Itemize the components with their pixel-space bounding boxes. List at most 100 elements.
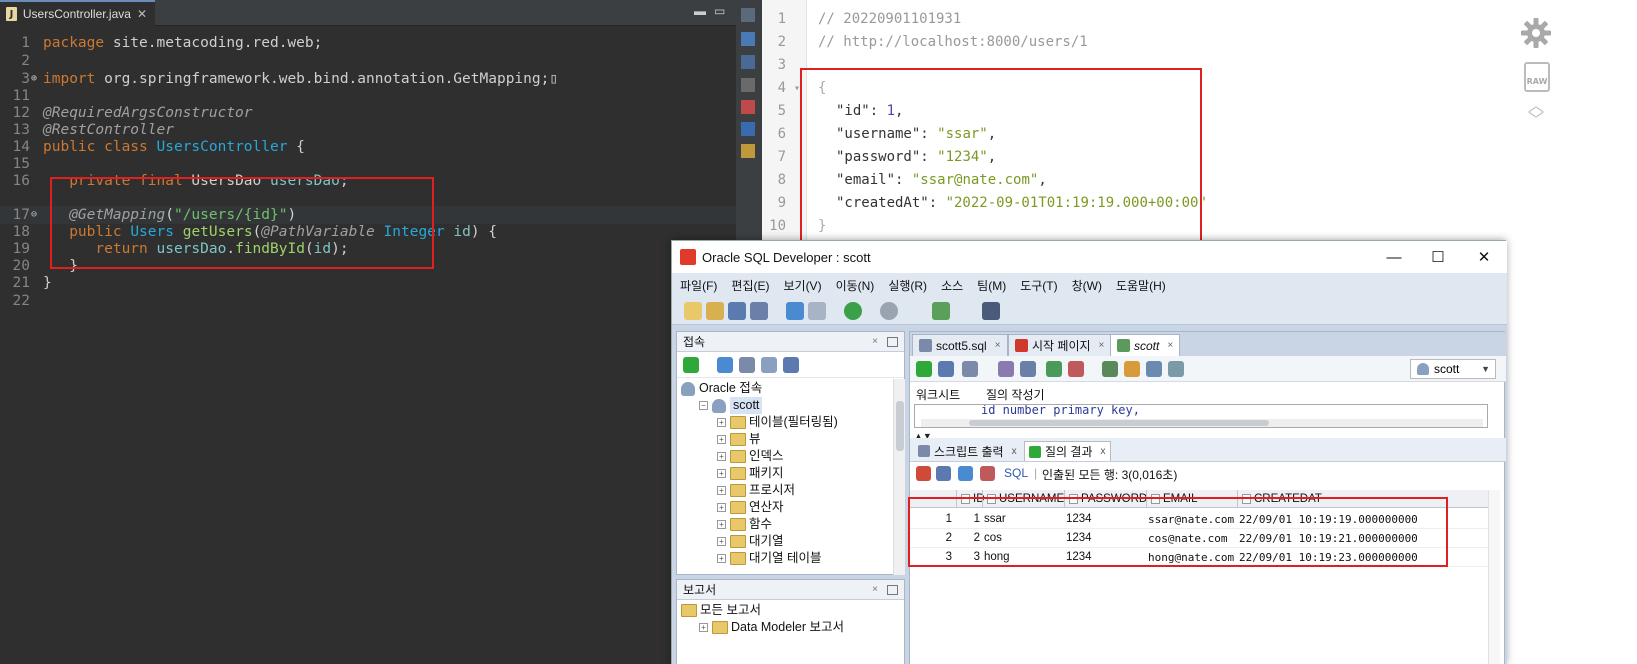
raw-view-icon[interactable]: RAW [1524, 62, 1550, 92]
outline-icon[interactable] [741, 8, 755, 22]
menu-item[interactable]: 창(W) [1072, 277, 1102, 294]
expand-icon[interactable]: + [699, 623, 708, 632]
list-icon[interactable] [741, 55, 755, 69]
commit-icon[interactable] [1046, 361, 1062, 377]
expand-icon[interactable]: + [717, 469, 726, 478]
tree-item[interactable]: + 인덱스 [717, 448, 784, 465]
binoculars-icon[interactable] [982, 302, 1000, 320]
connection-select[interactable]: scott ▼ [1410, 359, 1496, 379]
close-tab-icon[interactable]: ✕ [137, 7, 147, 21]
close-tab-icon[interactable]: × [1167, 340, 1173, 351]
expand-icon[interactable]: + [717, 435, 726, 444]
export-icon[interactable] [936, 466, 951, 481]
close-pane-icon[interactable]: × [872, 336, 878, 347]
toggle-chevron-icon[interactable]: ︿ ﹀ [1528, 99, 1544, 129]
history-icon[interactable] [1146, 361, 1162, 377]
tab-query-builder[interactable]: 질의 작성기 [986, 386, 1045, 403]
menu-item[interactable]: 소스 [941, 277, 963, 294]
forward-icon[interactable] [880, 302, 898, 320]
sql-connection-icon[interactable] [932, 302, 950, 320]
tree-item[interactable]: − scott [699, 397, 763, 414]
code-line[interactable]: 1 package site.metacoding.red.web; [0, 34, 740, 52]
cancel-query-icon[interactable] [980, 466, 995, 481]
expand-icon[interactable]: + [717, 520, 726, 529]
window-maximize-icon[interactable]: ☐ [1418, 245, 1458, 269]
run-script-icon[interactable] [938, 361, 954, 377]
back-icon[interactable] [844, 302, 862, 320]
run-statement-icon[interactable] [916, 361, 932, 377]
close-tab-icon[interactable]: x [1101, 446, 1106, 457]
case-toggle-icon[interactable] [1168, 361, 1184, 377]
expand-icon[interactable]: + [717, 503, 726, 512]
close-tab-icon[interactable]: × [1099, 340, 1105, 351]
document-tab[interactable]: scott5.sql × [912, 334, 1008, 356]
menu-item[interactable]: 이동(N) [836, 277, 875, 294]
tree-item[interactable]: + 함수 [717, 516, 772, 533]
document-tab[interactable]: 시작 페이지 × [1008, 334, 1112, 356]
tree-item[interactable]: + 프로시저 [717, 482, 795, 499]
problems-icon[interactable] [741, 100, 755, 114]
open-icon[interactable] [706, 302, 724, 320]
tree-item[interactable]: + 대기열 테이블 [717, 550, 821, 567]
sql-tuning-icon[interactable] [1020, 361, 1036, 377]
sql-link[interactable]: SQL [1004, 466, 1028, 480]
refresh-icon[interactable] [717, 357, 733, 373]
connections-scrollbar[interactable] [893, 379, 905, 575]
menu-item[interactable]: 도구(T) [1020, 277, 1057, 294]
tree-item[interactable]: + 뷰 [717, 431, 761, 448]
schema-browser-icon[interactable] [761, 357, 777, 373]
tree-item[interactable]: + 연산자 [717, 499, 784, 516]
expand-icon[interactable]: + [717, 418, 726, 427]
tab-users-controller[interactable]: J UsersController.java ✕ [0, 0, 155, 26]
undo-icon[interactable] [786, 302, 804, 320]
link-icon[interactable] [741, 78, 755, 92]
menu-item[interactable]: 실행(R) [888, 277, 927, 294]
code-line[interactable]: 12 @RequiredArgsConstructor [0, 104, 740, 122]
code-line[interactable]: 13 @RestController [0, 121, 740, 139]
close-reports-icon[interactable]: × [872, 584, 878, 595]
sql-editor[interactable]: id number primary key, [914, 404, 1488, 428]
result-tab[interactable]: 질의 결과 x [1024, 441, 1111, 461]
tree-item[interactable]: + Data Modeler 보고서 [699, 619, 844, 636]
close-tab-icon[interactable]: × [995, 340, 1001, 351]
save-icon[interactable] [728, 302, 746, 320]
close-tab-icon[interactable]: x [1012, 446, 1017, 457]
document-tab[interactable]: scott × [1110, 334, 1181, 356]
new-icon[interactable] [684, 302, 702, 320]
expand-icon[interactable]: + [717, 554, 726, 563]
tree-item[interactable]: 모든 보고서 [681, 602, 761, 619]
minimize-icon[interactable]: ▬ [694, 4, 706, 18]
format-icon[interactable] [1102, 361, 1118, 377]
fold-toggle-icon[interactable]: ⊕ [31, 70, 37, 88]
code-line[interactable]: 3 ⊕ import org.springframework.web.bind.an… [0, 70, 740, 88]
code-line[interactable]: 15 [0, 155, 740, 173]
tab-worksheet[interactable]: 워크시트 [916, 386, 960, 403]
window-close-icon[interactable]: ✕ [1464, 245, 1504, 269]
rollback-icon[interactable] [1068, 361, 1084, 377]
save-all-icon[interactable] [750, 302, 768, 320]
grid-scrollbar[interactable] [1488, 490, 1500, 664]
clear-icon[interactable] [1124, 361, 1140, 377]
collapse-icon[interactable]: − [699, 401, 708, 410]
add-connection-icon[interactable] [683, 357, 699, 373]
menu-item[interactable]: 편집(E) [731, 277, 769, 294]
menu-item[interactable]: 파일(F) [680, 277, 717, 294]
expand-icon[interactable]: + [717, 452, 726, 461]
sql-editor-hscroll[interactable] [921, 419, 1483, 427]
minimize-reports-icon[interactable] [887, 584, 898, 595]
autotrace-icon[interactable] [998, 361, 1014, 377]
tree-item[interactable]: + 테이블(필터링됨) [717, 414, 838, 431]
code-line[interactable]: 22 [0, 292, 740, 310]
tree-item[interactable]: + 대기열 [717, 533, 784, 550]
javadoc-icon[interactable] [741, 144, 755, 158]
gear-icon[interactable] [1520, 17, 1552, 49]
result-tab[interactable]: 스크립트 출력 x [914, 441, 1021, 461]
expand-icon[interactable]: + [717, 486, 726, 495]
collapse-icon[interactable] [783, 357, 799, 373]
fold-toggle-icon[interactable]: ⊖ [31, 206, 37, 224]
menu-item[interactable]: 도움말(H) [1116, 277, 1166, 294]
tree-item[interactable]: + 패키지 [717, 465, 784, 482]
window-minimize-icon[interactable]: — [1374, 245, 1414, 269]
redo-icon[interactable] [808, 302, 826, 320]
task-icon[interactable] [741, 32, 755, 46]
